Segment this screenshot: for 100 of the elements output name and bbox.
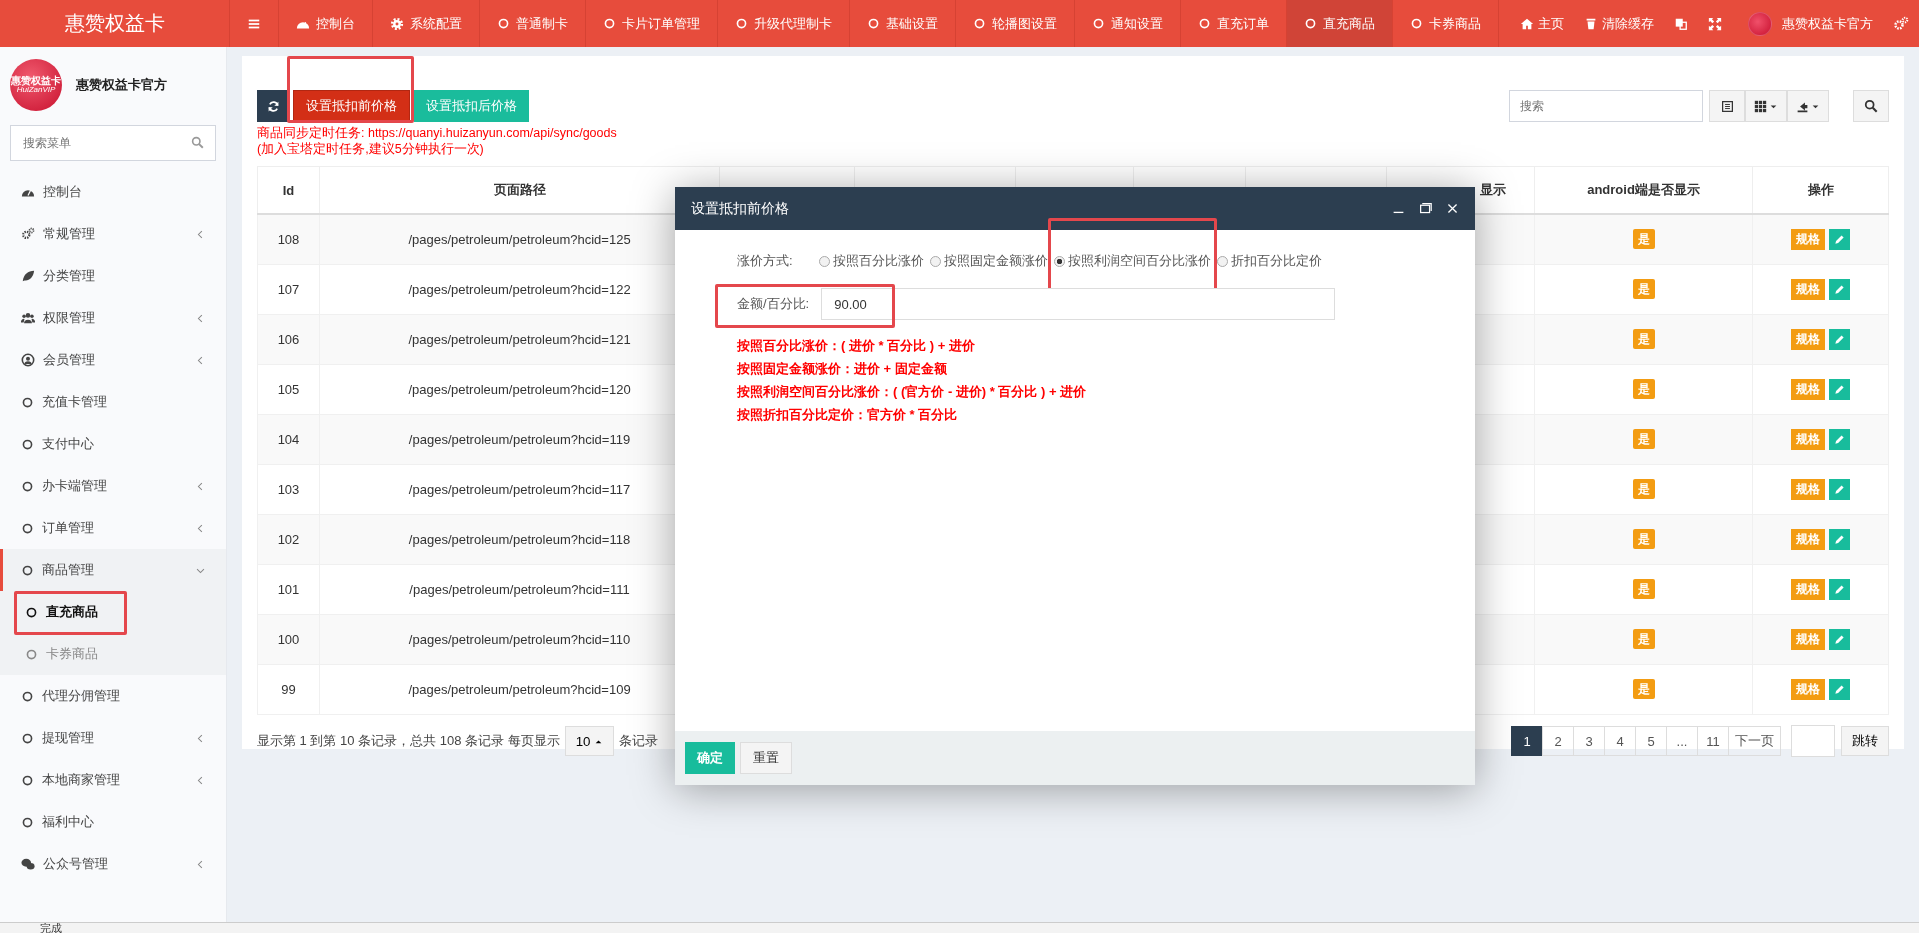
- edit-button[interactable]: [1829, 379, 1850, 400]
- circle-icon: [1410, 17, 1423, 30]
- refresh-button[interactable]: [257, 90, 289, 122]
- page-link[interactable]: 11: [1697, 726, 1729, 756]
- nav-tab[interactable]: 控制台: [279, 0, 373, 47]
- menu-item[interactable]: 常规管理: [0, 213, 226, 255]
- status-tag: 是: [1632, 479, 1655, 499]
- menu-item[interactable]: 办卡端管理: [0, 465, 226, 507]
- pencil-icon: [1834, 484, 1845, 495]
- page-link[interactable]: 1: [1511, 726, 1543, 756]
- gears-icon[interactable]: [1893, 15, 1909, 32]
- page-link[interactable]: 3: [1573, 726, 1605, 756]
- search-icon: [1864, 99, 1878, 113]
- menu-item[interactable]: 公众号管理: [0, 843, 226, 885]
- nav-tab[interactable]: 系统配置: [373, 0, 480, 47]
- circle-icon: [21, 773, 34, 787]
- amount-field[interactable]: 90.00: [821, 288, 1336, 320]
- edit-button[interactable]: [1829, 529, 1850, 550]
- edit-button[interactable]: [1829, 429, 1850, 450]
- nav-tab[interactable]: 通知设置: [1075, 0, 1181, 47]
- nav-tab[interactable]: 卡片订单管理: [586, 0, 718, 47]
- jump-button[interactable]: 跳转: [1841, 726, 1889, 756]
- edit-button[interactable]: [1829, 329, 1850, 350]
- menu-item[interactable]: 会员管理: [0, 339, 226, 381]
- radio-option[interactable]: 按照固定金额涨价: [929, 252, 1048, 270]
- search-field[interactable]: 搜索菜单: [10, 125, 216, 161]
- circle-icon: [21, 479, 34, 493]
- pencil-icon: [1834, 534, 1845, 545]
- nav-tab[interactable]: 基础设置: [850, 0, 956, 47]
- page-input[interactable]: [1791, 725, 1835, 757]
- table-cell: 108: [257, 214, 320, 265]
- circle-icon: [1092, 17, 1105, 30]
- close-icon[interactable]: [1446, 202, 1459, 215]
- page-link[interactable]: 下一页: [1728, 726, 1781, 756]
- nav-tab[interactable]: 卡券商品: [1393, 0, 1499, 47]
- radio-option[interactable]: 按照百分比涨价: [818, 252, 924, 270]
- circle-icon: [735, 17, 748, 30]
- radio-option[interactable]: 折扣百分比定价: [1216, 252, 1322, 270]
- search-button[interactable]: [1853, 90, 1889, 122]
- circle-icon: [21, 563, 34, 577]
- toolbar-link[interactable]: 主页: [1510, 14, 1574, 33]
- page-link[interactable]: 2: [1542, 726, 1574, 756]
- status-tag: 是: [1632, 629, 1655, 649]
- circle-icon: [867, 17, 880, 30]
- status-tag: 是: [1632, 529, 1655, 549]
- menu-item[interactable]: 控制台: [0, 171, 226, 213]
- toolbar-button[interactable]: [1745, 90, 1787, 122]
- search-field[interactable]: 搜索: [1509, 90, 1703, 122]
- circle-icon: [603, 17, 616, 30]
- formula-text: 按照百分比涨价：( 进价 * 百分比 ) + 进价: [737, 337, 976, 355]
- edit-button[interactable]: [1829, 479, 1850, 500]
- expand-icon[interactable]: [1708, 16, 1722, 31]
- edit-button[interactable]: [1829, 679, 1850, 700]
- radio-option[interactable]: 按照利润空间百分比涨价: [1053, 252, 1211, 270]
- edit-button[interactable]: [1829, 579, 1850, 600]
- table-cell: 103: [257, 464, 320, 515]
- page-size-dropdown[interactable]: 10: [564, 726, 614, 756]
- nav-tab[interactable]: 直充商品: [1287, 0, 1393, 47]
- menu-item[interactable]: 充值卡管理: [0, 381, 226, 423]
- edit-button[interactable]: [1829, 279, 1850, 300]
- page-link[interactable]: 5: [1635, 726, 1667, 756]
- menu-item[interactable]: 本地商家管理: [0, 759, 226, 801]
- menu-item[interactable]: 订单管理: [0, 507, 226, 549]
- edit-button[interactable]: [1829, 229, 1850, 250]
- toolbar-button[interactable]: [1709, 90, 1745, 122]
- grid-icon: [1754, 99, 1767, 113]
- maximize-icon[interactable]: [1419, 202, 1432, 215]
- status-tag: 是: [1632, 229, 1655, 249]
- menu-item[interactable]: 代理分佣管理: [0, 675, 226, 717]
- circle-icon: [25, 605, 38, 619]
- menu-item[interactable]: 分类管理: [0, 255, 226, 297]
- menu-item[interactable]: 权限管理: [0, 297, 226, 339]
- reset-button[interactable]: 重置: [740, 742, 792, 774]
- user-menu[interactable]: 惠赞权益卡官方: [1732, 11, 1883, 36]
- action-button[interactable]: 设置抵扣前价格: [293, 90, 410, 122]
- status-tag: 是: [1632, 329, 1655, 349]
- menu-item[interactable]: 商品管理: [0, 549, 226, 591]
- table-cell: 106: [257, 314, 320, 365]
- field-label: 金额/百分比:: [737, 295, 810, 313]
- menu-item[interactable]: 支付中心: [0, 423, 226, 465]
- edit-button[interactable]: [1829, 629, 1850, 650]
- circle-icon: [21, 521, 34, 535]
- nav-tab[interactable]: 升级代理制卡: [718, 0, 850, 47]
- page-link[interactable]: ...: [1666, 726, 1698, 756]
- circle-icon: [21, 815, 34, 829]
- toolbar-link[interactable]: 清除缓存: [1574, 14, 1664, 33]
- nav-tab[interactable]: 轮播图设置: [956, 0, 1075, 47]
- pencil-icon: [1834, 384, 1845, 395]
- pencil-icon: [1834, 584, 1845, 595]
- toolbar-button[interactable]: [1787, 90, 1829, 122]
- formula-text: 按照折扣百分比定价：官方价 * 百分比: [737, 406, 959, 424]
- nav-tab[interactable]: 普通制卡: [480, 0, 586, 47]
- notice-text: (加入宝塔定时任务,建议5分钟执行一次): [257, 141, 485, 157]
- circle-icon: [1304, 17, 1317, 30]
- menu-item[interactable]: 福利中心: [0, 801, 226, 843]
- page-link[interactable]: 4: [1604, 726, 1636, 756]
- status-tag: 是: [1632, 379, 1655, 399]
- submenu-item[interactable]: 直充商品: [0, 591, 226, 633]
- list-icon: [1720, 99, 1734, 113]
- menu-item[interactable]: 提现管理: [0, 717, 226, 759]
